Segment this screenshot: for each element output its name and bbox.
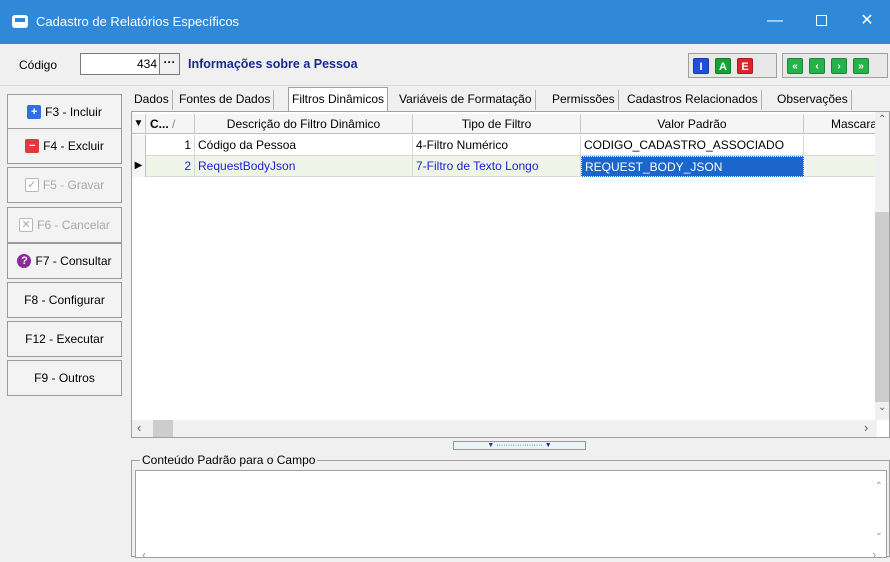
minus-icon: − <box>25 139 40 153</box>
cell-code[interactable]: 2 <box>146 156 195 177</box>
insert-mode-badge[interactable]: I <box>693 57 709 74</box>
delete-mode-badge[interactable]: E <box>737 57 753 74</box>
default-content-memo[interactable]: ⌃ ⌄ ‹ › <box>135 470 887 562</box>
edit-mode-badge[interactable]: A <box>715 57 731 74</box>
scroll-left-icon[interactable]: ‹ <box>137 420 141 435</box>
action-sidebar: + F3 - Incluir − F4 - Excluir ✓ F5 - Gra… <box>0 87 129 557</box>
codigo-value[interactable]: 434 <box>137 57 157 71</box>
cell-mask[interactable] <box>804 135 877 156</box>
close-button[interactable]: ✕ <box>844 0 890 44</box>
question-icon: ? <box>17 254 32 268</box>
row-indicator-header: ▼ <box>132 114 146 134</box>
tab-bar: Dados Fontes de Dados Filtros Dinâmicos … <box>131 87 890 111</box>
col-description[interactable]: Descrição do Filtro Dinâmico <box>195 114 413 134</box>
scroll-right-icon[interactable]: › <box>864 420 868 435</box>
delete-button[interactable]: − F4 - Excluir <box>7 128 122 164</box>
vertical-scrollbar[interactable]: ⌃ ⌄ <box>875 112 889 420</box>
first-record-icon[interactable]: « <box>787 57 803 74</box>
current-row-indicator-icon: ▶ <box>132 156 146 177</box>
previous-record-icon[interactable]: ‹ <box>809 57 825 74</box>
cell-description[interactable]: RequestBodyJson <box>195 156 413 177</box>
cell-filter-type[interactable]: 7-Filtro de Texto Longo <box>413 156 581 177</box>
save-button[interactable]: ✓ F5 - Gravar <box>7 167 122 203</box>
col-code[interactable]: C... / <box>146 114 195 134</box>
memo-scroll-left-icon[interactable]: ‹ <box>142 547 146 562</box>
cancel-button[interactable]: ✕ F6 - Cancelar <box>7 207 122 243</box>
panel-splitter[interactable]: ▼ ···················· ▼ <box>453 441 586 450</box>
record-header: Código 434 ··· Informações sobre a Pesso… <box>0 44 890 86</box>
table-row[interactable]: 1 Código da Pessoa 4-Filtro Numérico COD… <box>132 135 877 156</box>
others-button[interactable]: F9 - Outros <box>7 360 122 396</box>
window-title: Cadastro de Relatórios Específicos <box>36 14 240 29</box>
cell-mask[interactable] <box>804 156 877 177</box>
maximize-button[interactable] <box>798 0 844 44</box>
col-filter-type[interactable]: Tipo de Filtro <box>413 114 581 134</box>
query-button[interactable]: ? F7 - Consultar <box>7 243 122 279</box>
insert-button[interactable]: + F3 - Incluir <box>7 94 122 130</box>
record-navigation: « ‹ › » <box>782 53 888 78</box>
tab-variaveis-de-formatacao[interactable]: Variáveis de Formatação <box>396 90 536 110</box>
cell-code[interactable]: 1 <box>146 135 195 156</box>
codigo-label: Código <box>19 58 58 72</box>
col-default-value[interactable]: Valor Padrão <box>581 114 804 134</box>
filters-grid: ▼ C... / Descrição do Filtro Dinâmico Ti… <box>131 111 890 438</box>
horizontal-scrollbar[interactable]: ‹ › <box>132 420 877 437</box>
mode-badges: I A E <box>688 53 777 78</box>
app-icon <box>12 15 28 28</box>
minimize-button[interactable]: — <box>752 0 798 44</box>
cell-default-value[interactable]: REQUEST_BODY_JSON <box>581 156 804 177</box>
scroll-up-icon[interactable]: ⌃ <box>878 114 886 125</box>
configure-button[interactable]: F8 - Configurar <box>7 282 122 318</box>
memo-scroll-down-icon[interactable]: ⌄ <box>875 527 883 538</box>
tab-cadastros-relacionados[interactable]: Cadastros Relacionados <box>624 90 762 110</box>
col-mask[interactable]: Mascara <box>804 114 877 134</box>
x-box-icon: ✕ <box>19 218 34 232</box>
cell-filter-type[interactable]: 4-Filtro Numérico <box>413 135 581 156</box>
tab-permissoes[interactable]: Permissões <box>549 90 619 110</box>
default-content-label: Conteúdo Padrão para o Campo <box>140 453 318 467</box>
next-record-icon[interactable]: › <box>831 57 847 74</box>
tab-filtros-dinamicos[interactable]: Filtros Dinâmicos <box>288 87 389 111</box>
grid-header: ▼ C... / Descrição do Filtro Dinâmico Ti… <box>132 114 877 134</box>
cell-default-value[interactable]: CODIGO_CADASTRO_ASSOCIADO <box>581 135 804 156</box>
scroll-down-icon[interactable]: ⌄ <box>878 402 886 413</box>
cell-description[interactable]: Código da Pessoa <box>195 135 413 156</box>
memo-scroll-right-icon[interactable]: › <box>872 547 876 562</box>
codigo-lookup-button[interactable]: ··· <box>159 54 179 74</box>
default-content-group: Conteúdo Padrão para o Campo ⌃ ⌄ ‹ › <box>131 453 890 562</box>
plus-icon: + <box>27 105 42 119</box>
last-record-icon[interactable]: » <box>853 57 869 74</box>
vertical-scroll-thumb[interactable] <box>875 212 889 402</box>
memo-scroll-up-icon[interactable]: ⌃ <box>875 481 883 492</box>
check-icon: ✓ <box>24 178 39 192</box>
info-title: Informações sobre a Pessoa <box>188 57 358 71</box>
codigo-field[interactable]: 434 ··· <box>80 53 180 75</box>
tab-observacoes[interactable]: Observações <box>774 90 852 110</box>
title-bar: Cadastro de Relatórios Específicos — ✕ <box>0 0 890 44</box>
tab-fontes-de-dados[interactable]: Fontes de Dados <box>176 90 275 110</box>
tab-dados[interactable]: Dados <box>131 90 173 110</box>
horizontal-scroll-thumb[interactable] <box>153 420 173 437</box>
table-row[interactable]: ▶ 2 RequestBodyJson 7-Filtro de Texto Lo… <box>132 156 877 177</box>
execute-button[interactable]: F12 - Executar <box>7 321 122 357</box>
